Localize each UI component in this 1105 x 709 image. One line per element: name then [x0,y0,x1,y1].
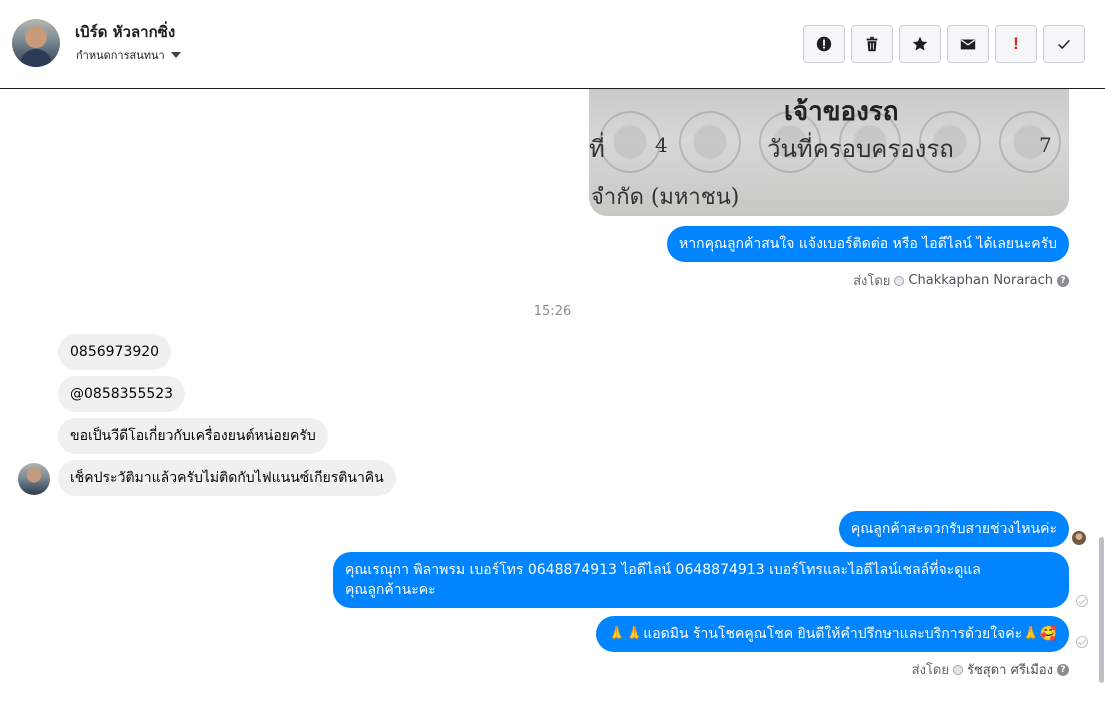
done-check-icon [1058,39,1070,50]
delete-button[interactable] [851,25,893,63]
delete-icon [866,36,878,52]
conversation-settings-dropdown[interactable]: กำหนดการสนทนา [76,46,181,64]
message-bubble-outgoing[interactable]: 🙏🙏แอดมิน ร้านโชคคูณโชค ยินดีให้คำปรึกษาแ… [596,616,1069,652]
sent-by-prefix: ส่งโดย [853,274,891,289]
mark-done-button[interactable] [1043,25,1085,63]
help-icon[interactable]: ? [1057,274,1069,287]
image-attachment[interactable]: เจ้าของรถ ที่ 4 วันที่ครอบครองรถ 7 จำกัด… [589,89,1069,216]
message-thread[interactable]: เจ้าของรถ ที่ 4 วันที่ครอบครองรถ 7 จำกัด… [0,89,1105,709]
sent-by-prefix: ส่งโดย [911,663,949,678]
image-text: จำกัด (มหาชน) [591,185,740,210]
star-button[interactable] [899,25,941,63]
delivered-check-icon [1076,636,1088,648]
message-bubble-outgoing[interactable]: คุณลูกค้าสะดวกรับสายช่วงไหนค่ะ [838,511,1069,547]
message-line: คุณลูกค้านะคะ [345,582,436,598]
contact-name[interactable]: เบิร์ด หัวลากซิ่ง [75,20,175,44]
image-text: วันที่ครอบครองรถ [767,135,954,163]
email-button[interactable] [947,25,989,63]
conversation-header: เบิร์ด หัวลากซิ่ง กำหนดการสนทนา ! [0,0,1105,89]
image-text-title: เจ้าของรถ [784,97,899,127]
mark-important-button[interactable]: ! [995,25,1037,63]
message-bubble-incoming[interactable]: 0856973920 [58,334,172,370]
image-text: 7 [1039,133,1052,157]
conversation-settings-label: กำหนดการสนทนา [76,49,165,62]
agent-status-icon [894,275,905,286]
seen-avatar-icon [1072,531,1086,545]
report-icon [816,36,832,52]
report-button[interactable] [803,25,845,63]
message-bubble-incoming[interactable]: @0858355523 [58,376,186,412]
sender-avatar[interactable] [18,463,50,495]
sent-by-label: ส่งโดย Chakkaphan Norarach ? [853,270,1069,291]
scrollbar-thumb[interactable] [1099,537,1104,683]
agent-status-icon [952,664,963,675]
image-text: ที่ [589,135,605,163]
image-seal-pattern [679,111,741,173]
star-icon [912,36,928,51]
caret-down-icon [170,52,181,58]
message-bubble-outgoing[interactable]: หากคุณลูกค้าสนใจ แจ้งเบอร์ติดต่อ หรือ ไอ… [667,226,1069,262]
mail-icon [960,39,976,50]
message-bubble-incoming[interactable]: เช็คประวัติมาแล้วครับไม่ติดกับไฟแนนซ์เกี… [58,460,396,496]
sent-by-name[interactable]: Chakkaphan Norarach [908,273,1053,288]
message-line: คุณเรณุกา พิลาพรม เบอร์โทร 0648874913 ไอ… [345,562,981,578]
image-text: 4 [655,133,668,157]
message-bubble-incoming[interactable]: ขอเป็นวีดีโอเกี่ยวกับเครื่องยนต์หน่อยครั… [58,418,328,454]
message-bubble-outgoing[interactable]: คุณเรณุกา พิลาพรม เบอร์โทร 0648874913 ไอ… [333,552,1069,608]
delivered-check-icon [1076,595,1088,607]
message-toolbar: ! [803,25,1085,63]
contact-avatar[interactable] [12,19,60,67]
help-icon[interactable]: ? [1057,663,1069,676]
image-seal-pattern [599,111,661,173]
message-timestamp: 15:26 [533,304,572,319]
sent-by-name[interactable]: รัชสุดา ศรีเมือง [967,659,1053,680]
sent-by-label: ส่งโดย รัชสุดา ศรีเมือง ? [912,659,1069,680]
mark-important-icon: ! [1013,34,1019,53]
